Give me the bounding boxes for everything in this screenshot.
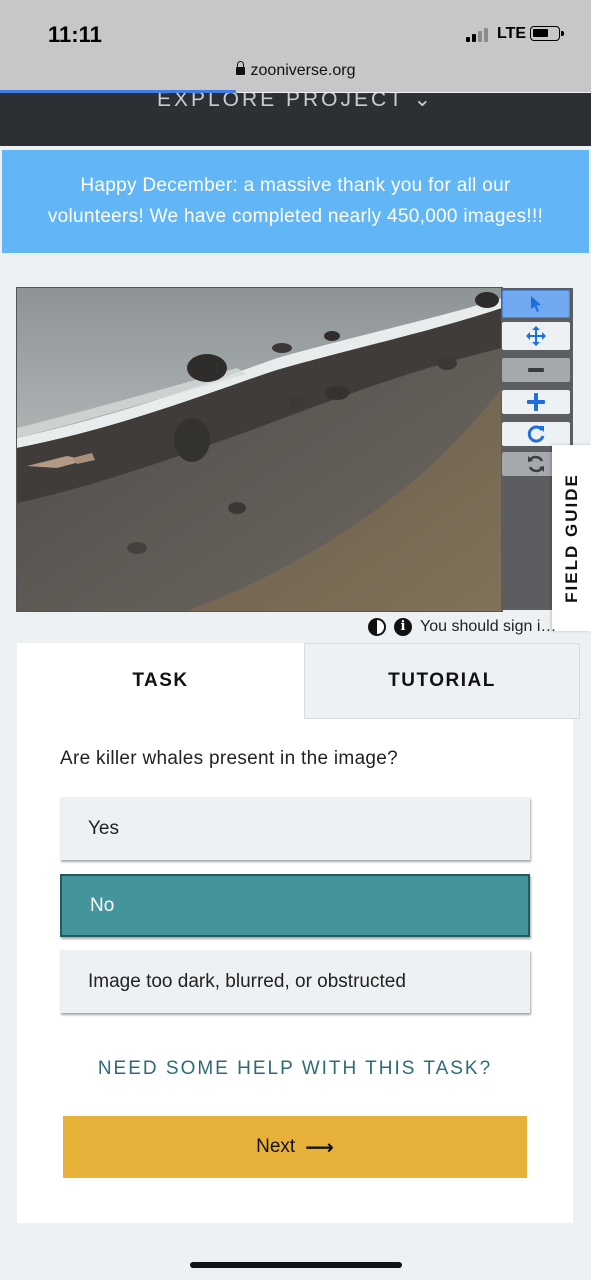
zoom-in-button[interactable] xyxy=(502,390,570,414)
url-bar[interactable]: zooniverse.org xyxy=(0,61,591,80)
banner-line-2: volunteers! We have completed nearly 450… xyxy=(47,206,544,227)
beach-photo xyxy=(17,288,502,611)
sign-in-message[interactable]: You should sign i… xyxy=(420,618,556,636)
zoom-out-icon xyxy=(528,368,544,372)
answer-image-obstructed[interactable]: Image too dark, blurred, or obstructed xyxy=(60,950,530,1013)
move-icon xyxy=(526,326,546,346)
reset-icon xyxy=(528,455,544,473)
task-question: Are killer whales present in the image? xyxy=(60,748,399,769)
answer-label: No xyxy=(90,894,115,916)
info-icon[interactable]: i xyxy=(394,618,412,636)
arrow-right-icon: ⟶ xyxy=(305,1136,334,1159)
url-text: zooniverse.org xyxy=(250,62,356,79)
field-guide-label: FIELD GUIDE xyxy=(562,473,581,603)
next-button[interactable]: Next ⟶ xyxy=(63,1116,527,1178)
tab-tutorial[interactable]: TUTORIAL xyxy=(304,643,580,719)
pointer-icon xyxy=(531,296,541,312)
task-help-link[interactable]: NEED SOME HELP WITH THIS TASK? xyxy=(17,1058,573,1080)
banner-line-1: Happy December: a massive thank you for … xyxy=(80,175,511,196)
answer-label: Yes xyxy=(88,817,119,839)
announcement-banner: Happy December: a massive thank you for … xyxy=(2,150,589,253)
status-bar: 11:11 LTE zooniverse.org xyxy=(0,0,591,93)
explore-project-label[interactable]: EXPLORE PROJECT ⌄ xyxy=(0,93,591,112)
rotate-icon xyxy=(527,425,545,443)
field-guide-button[interactable]: FIELD GUIDE xyxy=(552,445,591,631)
answer-yes[interactable]: Yes xyxy=(60,797,530,860)
invert-colors-icon[interactable] xyxy=(368,618,386,636)
subject-image[interactable] xyxy=(16,287,503,612)
home-indicator[interactable] xyxy=(190,1262,402,1268)
rotate-button[interactable] xyxy=(502,422,570,446)
move-tool-button[interactable] xyxy=(502,322,570,350)
zoom-out-button[interactable] xyxy=(502,358,570,382)
tab-task[interactable]: TASK xyxy=(17,643,304,719)
status-time: 11:11 xyxy=(48,22,102,47)
task-panel: TASK TUTORIAL Are killer whales present … xyxy=(17,643,580,1223)
pointer-tool-button[interactable] xyxy=(502,290,570,318)
explore-project-header[interactable]: EXPLORE PROJECT ⌄ xyxy=(0,93,591,146)
next-label: Next xyxy=(256,1136,296,1157)
network-label: LTE xyxy=(497,25,527,42)
lock-icon xyxy=(235,61,245,75)
battery-icon xyxy=(530,26,564,41)
zoom-in-icon xyxy=(527,393,545,411)
subject-meta-bar: i You should sign i… xyxy=(368,616,556,638)
signal-icon xyxy=(466,28,488,42)
answer-label: Image too dark, blurred, or obstructed xyxy=(88,970,406,992)
answer-no[interactable]: No xyxy=(60,874,530,937)
